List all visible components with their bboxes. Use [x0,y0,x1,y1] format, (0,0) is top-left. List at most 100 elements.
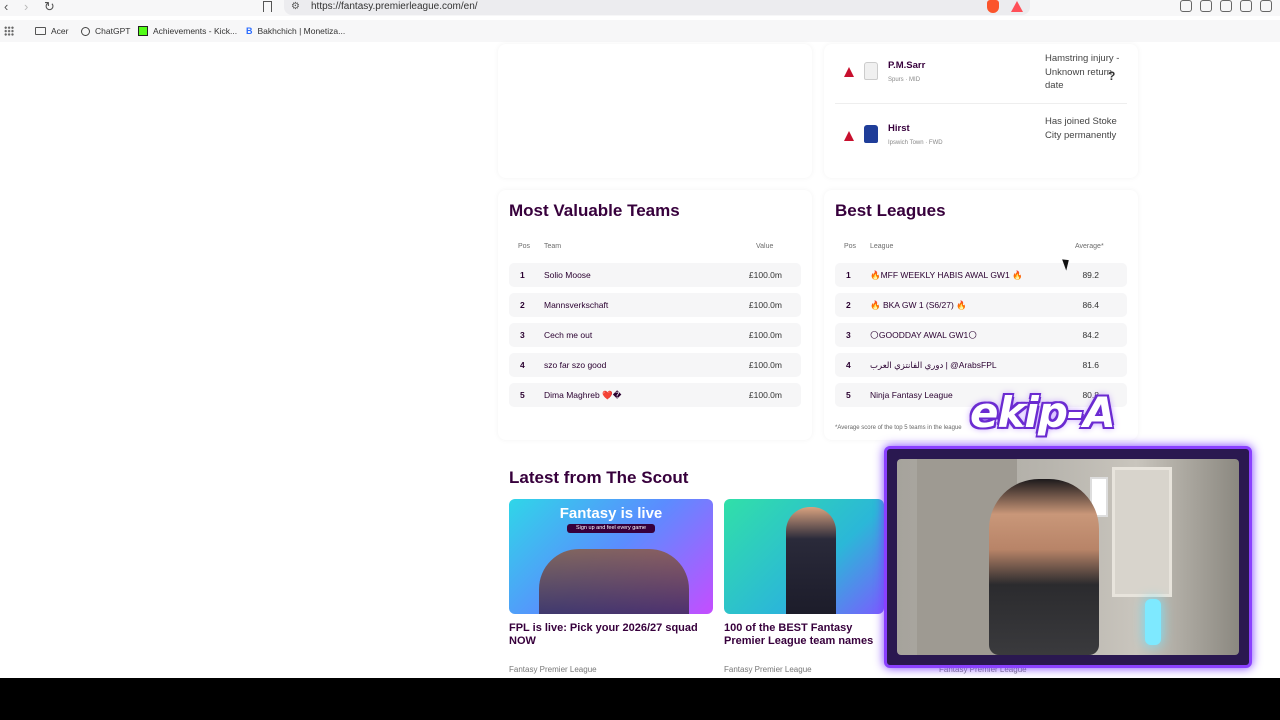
warning-icon [844,131,854,141]
article-thumbnail[interactable] [724,499,884,614]
bookmark-page-icon[interactable] [263,1,272,12]
brave-rewards-icon[interactable] [1011,1,1023,12]
row-average: 84.2 [1082,330,1099,340]
bookmark-label: Acer [51,26,69,36]
col-league: League [870,243,894,250]
extensions-icon[interactable] [1180,0,1192,12]
row-pos: 4 [846,360,851,370]
bookmark-kick[interactable]: Achievements - Kick... [138,26,237,36]
team-row[interactable]: 3 Cech me out £100.0m [509,323,801,347]
sidebar-icon[interactable] [1220,0,1232,12]
row-pos: 3 [846,330,851,340]
row-value: £100.0m [748,300,782,310]
folder-icon [35,27,46,35]
league-row[interactable]: 1 🔥MFF WEEKLY HABIS AWAL GW1 🔥 89.2 [835,263,1127,287]
injury-row[interactable]: Hirst Ipswich Town · FWD Has joined Stok… [835,107,1127,167]
row-value: £100.0m [748,390,782,400]
webcam-feed [897,459,1239,655]
kick-icon [138,26,148,36]
row-team[interactable]: Mannsverkschaft [544,300,608,310]
row-team[interactable]: Dima Maghreb ❤️� [544,390,621,401]
apps-icon[interactable] [4,26,14,36]
bookmark-chatgpt[interactable]: ChatGPT [81,26,130,36]
row-average: 86.4 [1082,300,1099,310]
shirt-icon [864,62,878,80]
reload-icon[interactable]: ↻ [44,0,55,14]
row-average: 81.6 [1082,360,1099,370]
article-title[interactable]: FPL is live: Pick your 2026/27 squad NOW [509,622,709,648]
row-league[interactable]: 🔥 BKA GW 1 (S6/27) 🔥 [870,300,967,311]
row-average: 89.2 [1082,270,1099,280]
stream-brand-logo: ekip-A [970,388,1116,437]
browser-toolbar: ‹ › ↻ ⚙ https://fantasy.premierleague.co… [0,0,1280,16]
player-illustration [786,507,836,614]
team-row[interactable]: 2 Mannsverkschaft £100.0m [509,293,801,317]
window [1112,467,1172,597]
row-pos: 1 [520,270,525,280]
player-meta: Ipswich Town · FWD [888,140,943,146]
col-average: Average* [1075,243,1104,250]
brave-shields-icon[interactable] [987,0,999,13]
lamp [1145,599,1161,645]
wallet-icon[interactable] [1240,0,1252,12]
row-pos: 4 [520,360,525,370]
league-row[interactable]: 2 🔥 BKA GW 1 (S6/27) 🔥 86.4 [835,293,1127,317]
row-league[interactable]: دوري الفانتزي العرب | @ArabsFPL [870,360,997,371]
letterbox-bar [0,678,1280,720]
site-settings-icon[interactable]: ⚙ [291,1,300,12]
team-row[interactable]: 5 Dima Maghreb ❤️� £100.0m [509,383,801,407]
bookmark-label: Achievements - Kick... [153,26,238,36]
thumbnail-subbanner: Sign up and feel every game [567,524,655,533]
article-title[interactable]: 100 of the BEST Fantasy Premier League t… [724,622,894,648]
row-pos: 2 [520,300,525,310]
thumbnail-banner: Fantasy is live [559,505,663,522]
media-icon[interactable] [1200,0,1212,12]
webcam-overlay [884,446,1252,668]
col-pos: Pos [518,243,531,250]
row-value: £100.0m [748,360,782,370]
row-league[interactable]: 🔥MFF WEEKLY HABIS AWAL GW1 🔥 [870,270,1023,281]
col-value: Value [756,243,774,250]
bookmark-label: Bakhchich | Monetiza... [257,26,346,36]
injury-status: Has joined Stoke City permanently [1045,116,1117,141]
streamer [989,479,1099,655]
col-team: Team [544,243,562,250]
row-league[interactable]: 🌕GOODDAY AWAL GW1🌕 [870,330,977,341]
bookmark-bakhchich[interactable]: B Bakhchich | Monetiza... [246,26,345,36]
article-source: Fantasy Premier League [724,665,812,674]
injury-row[interactable]: P.M.Sarr Spurs · MID Hamstring injury - … [835,44,1127,104]
league-row[interactable]: 4 دوري الفانتزي العرب | @ArabsFPL 81.6 [835,353,1127,377]
team-row[interactable]: 4 szo far szo good £100.0m [509,353,801,377]
bookmark-acer[interactable]: Acer [35,26,68,36]
toolbar-actions [1180,0,1272,12]
previous-card [498,44,812,178]
league-row[interactable]: 3 🌕GOODDAY AWAL GW1🌕 84.2 [835,323,1127,347]
row-pos: 2 [846,300,851,310]
row-pos: 1 [846,270,851,280]
player-meta: Spurs · MID [888,77,921,83]
player-name: P.M.Sarr [888,60,926,71]
warning-icon [844,67,854,77]
scout-title: Latest from The Scout [509,468,689,487]
forward-icon[interactable]: › [24,0,28,14]
row-value: £100.0m [748,270,782,280]
help-icon[interactable]: ? [1108,69,1115,83]
col-pos: Pos [844,243,857,250]
bakhchich-icon: B [246,26,253,36]
article-thumbnail[interactable]: Fantasy is live Sign up and feel every g… [509,499,713,614]
shirt-icon [864,125,878,143]
average-footnote: *Average score of the top 5 teams in the… [835,425,962,431]
back-icon[interactable]: ‹ [4,0,8,14]
row-league[interactable]: Ninja Fantasy League [870,390,953,400]
leo-icon[interactable] [1260,0,1272,12]
row-team[interactable]: Cech me out [544,330,592,340]
url-text[interactable]: https://fantasy.premierleague.com/en/ [311,1,478,12]
row-team[interactable]: szo far szo good [544,360,606,370]
most-valuable-title: Most Valuable Teams [509,201,680,220]
team-row[interactable]: 1 Solio Moose £100.0m [509,263,801,287]
bookmark-label: ChatGPT [95,26,131,36]
best-leagues-title: Best Leagues [835,201,946,220]
row-team[interactable]: Solio Moose [544,270,591,280]
row-pos: 5 [846,390,851,400]
chatgpt-icon [81,26,90,36]
